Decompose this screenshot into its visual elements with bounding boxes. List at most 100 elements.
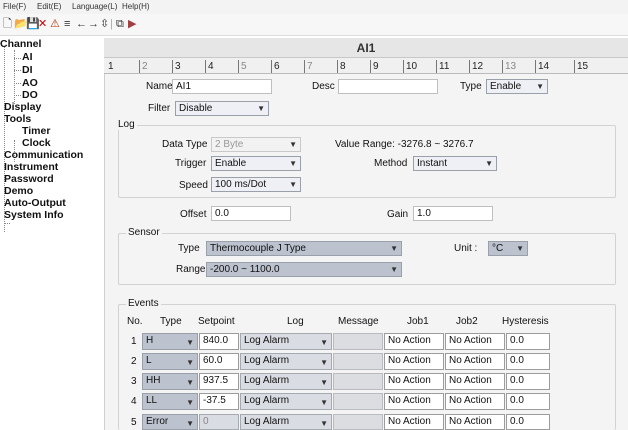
speed-select[interactable]: 100 ms/Dot ▼ <box>211 177 301 192</box>
job1-cell[interactable]: No Action <box>384 353 444 370</box>
gain-field[interactable]: 1.0 <box>413 206 493 221</box>
close-icon[interactable]: ✕ <box>38 18 47 30</box>
menu-language[interactable]: Language(L) <box>72 2 117 11</box>
job1-cell[interactable]: No Action <box>384 393 444 410</box>
tab-1[interactable]: 1 <box>106 60 114 73</box>
tree-system-info[interactable]: System Info <box>4 210 64 221</box>
dropdown-arrow-icon: ▼ <box>186 419 194 428</box>
log-cell[interactable]: Log Alarm ▼ <box>240 414 332 430</box>
message-cell[interactable] <box>333 414 383 430</box>
job2-cell[interactable]: No Action <box>445 414 505 430</box>
menu-file[interactable]: File(F) <box>3 2 26 11</box>
tab-5[interactable]: 5 <box>238 60 247 73</box>
tree-channel[interactable]: Channel <box>0 39 41 50</box>
hysteresis-cell[interactable]: 0.0 <box>506 373 550 390</box>
method-select[interactable]: Instant ▼ <box>413 156 497 171</box>
menu-help[interactable]: Help(H) <box>122 2 150 11</box>
sensor-type-select[interactable]: Thermocouple J Type ▼ <box>206 241 402 256</box>
tree-di[interactable]: DI <box>22 65 33 76</box>
log-cell[interactable]: Log Alarm ▼ <box>240 333 332 350</box>
message-cell[interactable] <box>333 373 383 390</box>
range-select[interactable]: -200.0 ~ 1100.0 ▼ <box>206 262 402 277</box>
setpoint-cell[interactable]: 60.0 <box>199 353 239 370</box>
tab-4[interactable]: 4 <box>205 60 214 73</box>
offset-field[interactable]: 0.0 <box>211 206 291 221</box>
message-cell[interactable] <box>333 333 383 350</box>
tree-ao[interactable]: AO <box>22 78 38 89</box>
trigger-select[interactable]: Enable ▼ <box>211 156 301 171</box>
paste-icon[interactable]: ▶ <box>128 18 136 30</box>
log-cell[interactable]: Log Alarm ▼ <box>240 353 332 370</box>
desc-field[interactable] <box>338 79 438 94</box>
tree-clock[interactable]: Clock <box>22 138 51 149</box>
tree-tools[interactable]: Tools <box>4 114 31 125</box>
message-cell[interactable] <box>333 393 383 410</box>
job2-cell[interactable]: No Action <box>445 373 505 390</box>
event-type-select[interactable]: HH ▼ <box>142 373 198 390</box>
copy-icon[interactable]: ⧉ <box>116 18 124 30</box>
name-field[interactable]: AI1 <box>172 79 272 94</box>
log-cell[interactable]: Log Alarm ▼ <box>240 373 332 390</box>
log-cell[interactable]: Log Alarm ▼ <box>240 393 332 410</box>
arrow-right-icon[interactable]: → <box>88 18 99 30</box>
split-icon[interactable]: ⇳ <box>100 18 109 30</box>
tab-6[interactable]: 6 <box>271 60 280 73</box>
align-icon[interactable]: ≡ <box>64 18 70 30</box>
tab-12[interactable]: 12 <box>469 60 483 73</box>
type-select[interactable]: Enable ▼ <box>486 79 548 94</box>
event-type-select[interactable]: LL ▼ <box>142 393 198 410</box>
dropdown-arrow-icon: ▼ <box>320 338 328 347</box>
setpoint-cell[interactable]: 937.5 <box>199 373 239 390</box>
setpoint-cell[interactable]: 0 <box>199 414 239 430</box>
range-label: Range <box>176 264 206 275</box>
menu-edit[interactable]: Edit(E) <box>37 2 61 11</box>
tab-3[interactable]: 3 <box>172 60 181 73</box>
hysteresis-cell[interactable]: 0.0 <box>506 393 550 410</box>
hysteresis-cell[interactable]: 0.0 <box>506 414 550 430</box>
dropdown-arrow-icon: ▼ <box>186 358 194 367</box>
event-type-select[interactable]: L ▼ <box>142 353 198 370</box>
tab-13[interactable]: 13 <box>502 60 516 73</box>
tree-display[interactable]: Display <box>4 102 41 113</box>
log-cell-value: Log Alarm <box>244 335 290 346</box>
range-select-value: -200.0 ~ 1100.0 <box>210 264 280 275</box>
job1-cell[interactable]: No Action <box>384 373 444 390</box>
hysteresis-cell[interactable]: 0.0 <box>506 333 550 350</box>
filter-select[interactable]: Disable ▼ <box>175 101 269 116</box>
tab-10[interactable]: 10 <box>403 60 417 73</box>
filter-select-value: Disable <box>179 103 213 114</box>
tree-communication[interactable]: Communication <box>4 150 83 161</box>
setpoint-cell[interactable]: 840.0 <box>199 333 239 350</box>
setpoint-cell[interactable]: -37.5 <box>199 393 239 410</box>
tree-auto-output[interactable]: Auto-Output <box>4 198 66 209</box>
tab-9[interactable]: 9 <box>370 60 379 73</box>
job2-cell[interactable]: No Action <box>445 333 505 350</box>
job1-cell[interactable]: No Action <box>384 414 444 430</box>
job2-cell[interactable]: No Action <box>445 393 505 410</box>
dropdown-arrow-icon: ▼ <box>186 398 194 407</box>
job2-cell[interactable]: No Action <box>445 353 505 370</box>
tab-8[interactable]: 8 <box>337 60 346 73</box>
tree-instrument[interactable]: Instrument <box>4 162 58 173</box>
tab-11[interactable]: 11 <box>436 60 449 73</box>
data-type-select[interactable]: 2 Byte ▼ <box>211 137 301 152</box>
tab-7[interactable]: 7 <box>304 60 313 73</box>
hysteresis-cell[interactable]: 0.0 <box>506 353 550 370</box>
tab-2[interactable]: 2 <box>139 60 148 73</box>
message-cell[interactable] <box>333 353 383 370</box>
event-type-select[interactable]: H ▼ <box>142 333 198 350</box>
tree-demo[interactable]: Demo <box>4 186 33 197</box>
new-file-icon[interactable]: 🗋 <box>3 18 12 30</box>
tree-timer[interactable]: Timer <box>22 126 50 137</box>
unit-select[interactable]: °C ▼ <box>488 241 528 256</box>
tree-ai[interactable]: AI <box>22 52 33 63</box>
event-type-select[interactable]: Error ▼ <box>142 414 198 430</box>
arrow-left-icon[interactable]: ← <box>76 18 87 30</box>
job1-cell[interactable]: No Action <box>384 333 444 350</box>
tree-do[interactable]: DO <box>22 90 38 101</box>
warning-icon[interactable]: ⚠ <box>50 18 60 30</box>
tab-15[interactable]: 15 <box>574 60 588 73</box>
log-cell-value: Log Alarm <box>244 395 290 406</box>
tree-password[interactable]: Password <box>4 174 54 185</box>
tab-14[interactable]: 14 <box>535 60 549 73</box>
